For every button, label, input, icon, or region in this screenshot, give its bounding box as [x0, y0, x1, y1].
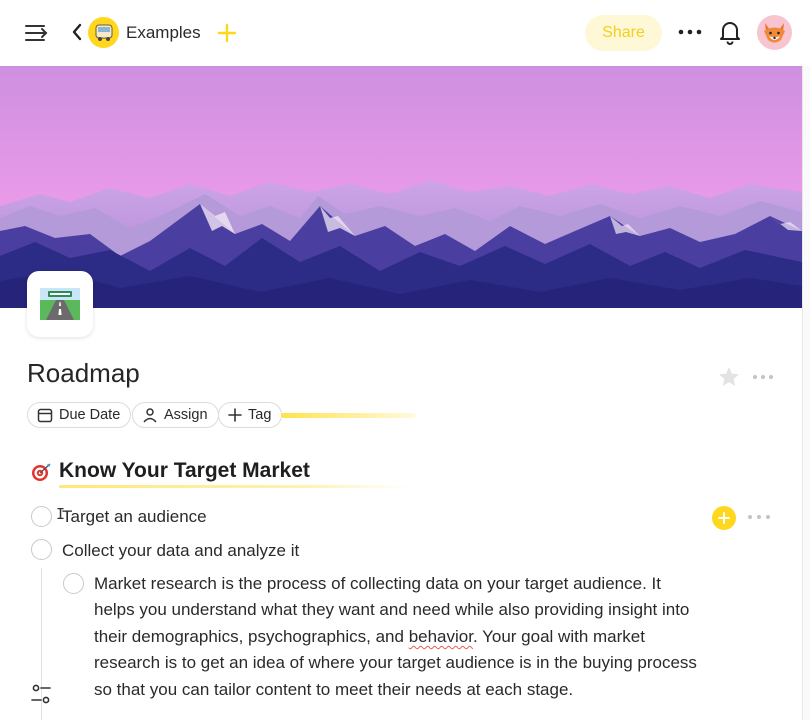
due-date-chip[interactable]: Due Date [27, 402, 132, 428]
due-date-label: Due Date [59, 407, 121, 423]
top-bar: Examples Share [0, 0, 810, 66]
road-icon[interactable] [27, 271, 93, 337]
plus-icon[interactable] [216, 22, 238, 44]
person-icon [143, 408, 157, 423]
page-title[interactable]: Roadmap [27, 358, 140, 389]
plus-icon [718, 512, 730, 524]
sliders-icon[interactable] [30, 683, 52, 705]
assign-label: Assign [164, 407, 208, 423]
star-icon[interactable] [717, 365, 741, 389]
bus-icon[interactable] [88, 17, 119, 48]
ellipsis-icon[interactable] [676, 20, 704, 44]
tag-label: Tag [248, 407, 272, 423]
scrollbar[interactable] [802, 66, 810, 720]
assign-chip[interactable]: Assign [132, 402, 219, 428]
share-button[interactable]: Share [585, 15, 662, 51]
task-checkbox[interactable] [31, 539, 52, 560]
target-icon [30, 461, 52, 483]
tag-chip[interactable]: Tag [218, 402, 283, 428]
chevron-left-icon[interactable] [70, 20, 84, 44]
highlight-glow [281, 413, 416, 418]
task-text[interactable]: Collect your data and analyze it [62, 541, 299, 561]
fox-avatar-icon[interactable] [757, 15, 792, 50]
page-more-icon[interactable] [751, 368, 775, 386]
heading-underline [59, 485, 411, 488]
subtask-text[interactable]: Market research is the process of collec… [94, 571, 704, 703]
task-text[interactable]: Target an audience [62, 507, 207, 527]
section-heading[interactable]: Know Your Target Market [59, 459, 310, 483]
row-more-icon[interactable] [746, 510, 772, 524]
sidebar-toggle-icon[interactable] [24, 22, 50, 44]
subtask-checkbox[interactable] [63, 573, 84, 594]
calendar-icon [37, 408, 53, 423]
spellcheck-word[interactable]: behavior [409, 627, 473, 646]
task-checkbox[interactable] [31, 506, 52, 527]
cover-image[interactable] [0, 66, 802, 308]
bell-icon[interactable] [718, 19, 742, 45]
add-block-button[interactable] [712, 506, 736, 530]
breadcrumb[interactable]: Examples [126, 23, 201, 43]
plus-icon [228, 408, 242, 422]
